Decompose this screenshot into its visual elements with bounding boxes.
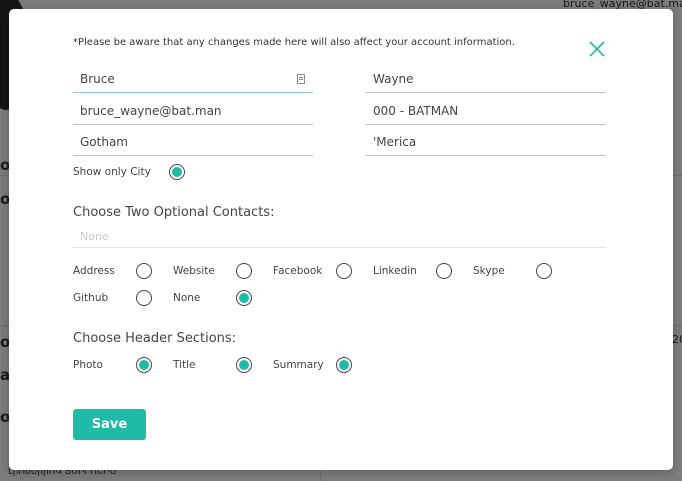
last-name-input[interactable] — [373, 72, 573, 86]
city-input[interactable] — [80, 135, 280, 149]
country-input[interactable] — [373, 135, 573, 149]
phone-field — [366, 100, 606, 125]
first-name-field — [73, 68, 313, 93]
website-radio[interactable] — [236, 263, 252, 279]
contact-option-label: Skype — [473, 265, 505, 277]
contact-card-icon[interactable] — [297, 74, 305, 84]
country-field — [366, 131, 606, 156]
save-button[interactable]: Save — [73, 409, 146, 440]
edit-profile-modal: *Please be aware that any changes made h… — [9, 9, 673, 470]
account-notice: *Please be aware that any changes made h… — [73, 37, 515, 48]
facebook-radio[interactable] — [336, 263, 352, 279]
header-option-label: Title — [173, 359, 196, 371]
email-input[interactable] — [80, 104, 280, 118]
last-name-field — [366, 68, 606, 93]
city-field — [73, 131, 313, 156]
show-only-city-label: Show only City — [73, 166, 151, 178]
contact-option-label: Facebook — [273, 265, 323, 277]
none-radio[interactable] — [236, 290, 252, 306]
contact-option-label: Address — [73, 265, 115, 277]
header-sections-title: Choose Header Sections: — [73, 331, 237, 346]
close-icon[interactable] — [587, 39, 607, 59]
contact-option-label: Linkedin — [373, 265, 417, 277]
linkedin-radio[interactable] — [436, 263, 452, 279]
email-field — [73, 100, 313, 125]
header-option-label: Summary — [273, 359, 324, 371]
header-option-label: Photo — [73, 359, 103, 371]
title-radio[interactable] — [236, 357, 252, 373]
phone-input[interactable] — [373, 104, 573, 118]
contact-option-label: Github — [73, 292, 109, 304]
show-only-city-radio[interactable] — [169, 164, 185, 180]
skype-radio[interactable] — [536, 263, 552, 279]
github-radio[interactable] — [136, 290, 152, 306]
contact-option-label: None — [173, 292, 201, 304]
summary-radio[interactable] — [336, 357, 352, 373]
optional-contacts-title: Choose Two Optional Contacts: — [73, 205, 275, 220]
optional-contacts-placeholder: None — [80, 230, 109, 243]
first-name-input[interactable] — [80, 72, 280, 86]
photo-radio[interactable] — [136, 357, 152, 373]
contact-option-label: Website — [173, 265, 215, 277]
address-radio[interactable] — [136, 263, 152, 279]
optional-contacts-select[interactable]: None — [73, 229, 606, 248]
